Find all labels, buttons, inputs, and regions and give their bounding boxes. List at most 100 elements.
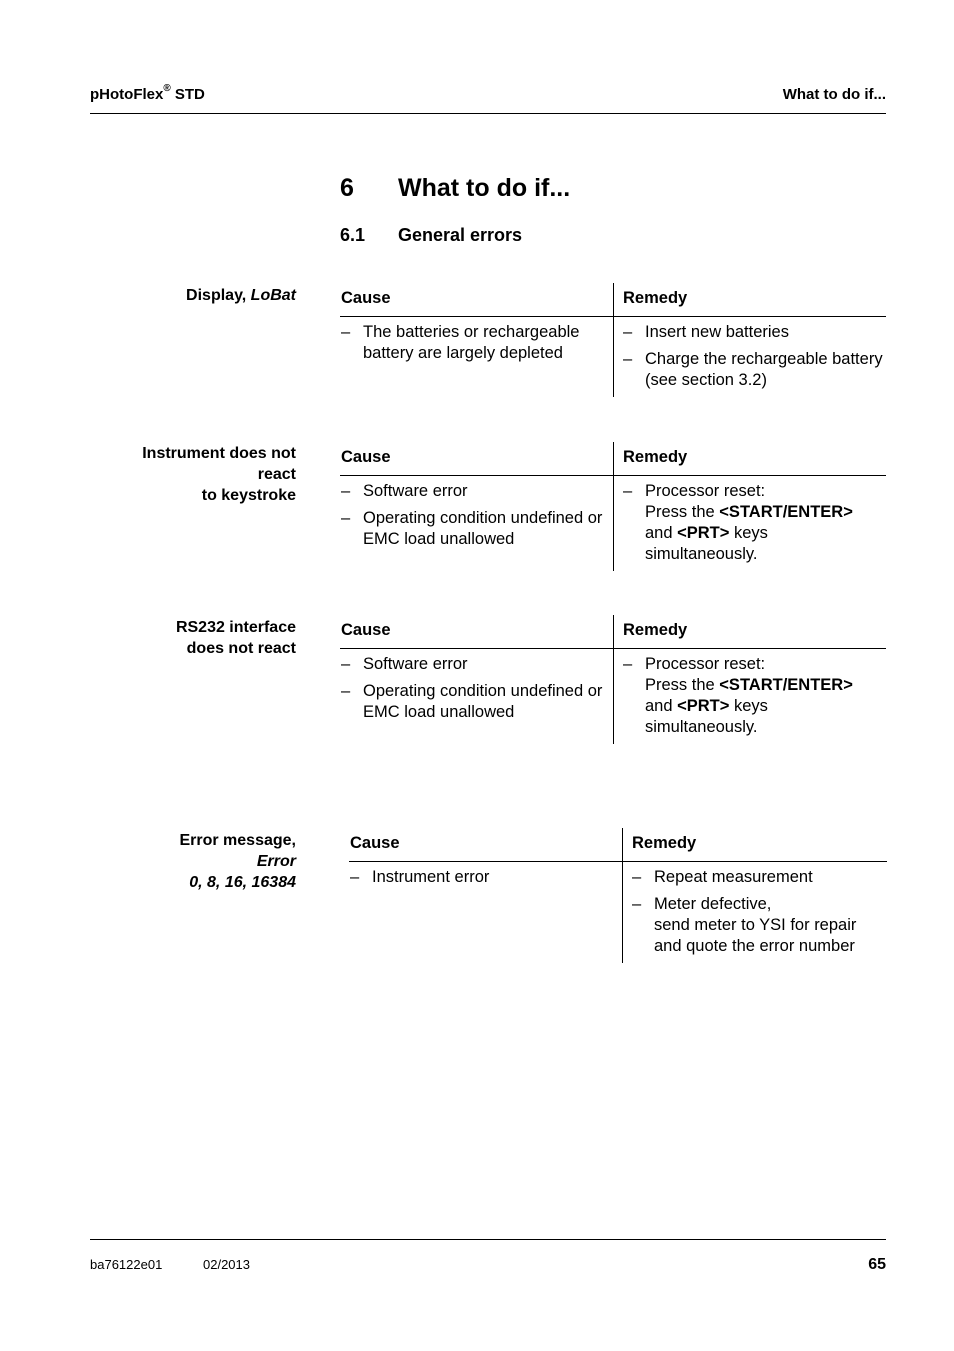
remedy-cell: – Processor reset: Press the <START/ENTER>… — [613, 476, 886, 571]
label-line: RS232 interface — [76, 617, 296, 638]
cause-cell: – Instrument error — [349, 862, 622, 963]
dash-bullet: – — [341, 509, 351, 527]
text-run: and — [645, 697, 678, 715]
table-body-row: – Instrument error – Repeat measurement – Met… — [349, 862, 887, 963]
table-body-row: – Software error – Operating condition unde… — [340, 476, 886, 571]
problem-label: Display, LoBat — [76, 285, 296, 306]
item-text: Insert new batteries — [645, 322, 886, 343]
item-text: Meter defective, send meter to YSI for re… — [654, 894, 887, 957]
label-line: Display, LoBat — [76, 285, 296, 306]
text-run: Repeat measurement — [654, 868, 813, 886]
item-text: Processor reset: Press the <START/ENTER> a… — [645, 654, 886, 738]
dash-bullet: – — [623, 482, 633, 500]
chapter-number: 6 — [340, 174, 354, 202]
text-run: simultaneously. — [645, 545, 758, 563]
problem-label: Error message, Error 0, 8, 16, 16384 — [76, 830, 296, 893]
text-run: <PRT> — [677, 697, 730, 715]
problem-label: Instrument does not react to keystroke — [76, 443, 296, 506]
list-item: – The batteries or rechargeable battery a… — [341, 322, 613, 364]
label-line: Error — [76, 851, 296, 872]
label-line: Error message, — [76, 830, 296, 851]
dash-bullet: – — [623, 655, 633, 673]
list-item: – Processor reset: Press the <START/ENTER>… — [623, 654, 886, 738]
cause-header: Cause — [350, 834, 400, 852]
remedy-header: Remedy — [613, 442, 886, 475]
text-run: Processor reset: — [645, 482, 766, 500]
dash-bullet: – — [341, 323, 351, 341]
text-run: simultaneously. — [645, 718, 758, 736]
problem-label: RS232 interface does not react — [76, 617, 296, 659]
item-text: Charge the rechargeable battery (see sec… — [645, 349, 886, 391]
item-text: Repeat measurement — [654, 867, 887, 888]
dash-bullet: – — [341, 482, 351, 500]
section-title: General errors — [398, 225, 523, 245]
list-item: – Operating condition undefined or EMC lo… — [341, 508, 613, 550]
document-id: ba76122e01 — [90, 1257, 163, 1272]
table-header-row: Cause Remedy — [349, 828, 887, 862]
cause-remedy-table: Cause Remedy – The batteries or rechargeabl… — [340, 283, 886, 397]
label-line: does not react — [76, 638, 296, 659]
cause-remedy-table: Cause Remedy – Software error – Operating con… — [340, 615, 886, 744]
text-run: RS232 interface — [175, 619, 296, 636]
footer-divider — [90, 1239, 886, 1240]
list-item: – Software error — [341, 481, 613, 502]
text-run: Display, — [186, 287, 251, 304]
dash-bullet: – — [341, 655, 351, 673]
dash-bullet: – — [623, 323, 633, 341]
registered-mark: ® — [163, 83, 171, 94]
text-run: keys — [729, 697, 768, 715]
text-run: react — [257, 466, 296, 483]
text-run: keys — [729, 524, 768, 542]
text-run: Instrument does not — [142, 445, 296, 462]
list-item: – Software error — [341, 654, 613, 675]
cause-cell: – Software error – Operating condition unde… — [340, 649, 613, 744]
label-line: 0, 8, 16, 16384 — [76, 872, 296, 893]
item-text: Software error — [363, 482, 468, 500]
text-run: Error — [256, 853, 296, 870]
item-text: Instrument error — [372, 868, 490, 886]
remedy-header: Remedy — [613, 283, 886, 316]
section-heading: 6.1 General errors — [340, 225, 522, 246]
table-header-row: Cause Remedy — [340, 442, 886, 476]
chapter-heading: 6 What to do if... — [340, 174, 570, 203]
header-divider — [90, 113, 886, 114]
table-body-row: – The batteries or rechargeable battery a… — [340, 317, 886, 397]
cause-header: Cause — [341, 448, 391, 466]
table-header-row: Cause Remedy — [340, 283, 886, 317]
list-item: – Repeat measurement — [632, 867, 887, 888]
label-line: react — [76, 464, 296, 485]
dash-bullet: – — [350, 868, 360, 886]
running-header-product: pHotoFlex® STD — [90, 83, 205, 103]
cause-header: Cause — [341, 621, 391, 639]
product-suffix: STD — [174, 86, 205, 103]
list-item: – Charge the rechargeable battery (see se… — [623, 349, 886, 391]
cause-cell: – The batteries or rechargeable battery a… — [340, 317, 613, 397]
text-run: send meter to YSI for repair — [654, 916, 857, 934]
list-item: – Operating condition undefined or EMC lo… — [341, 681, 613, 723]
page-number: 65 — [868, 1256, 886, 1273]
item-text: Software error — [363, 655, 468, 673]
text-run: 0, 8, 16, 16384 — [189, 874, 296, 891]
list-item: – Insert new batteries — [623, 322, 886, 343]
remedy-header: Remedy — [613, 615, 886, 648]
remedy-header: Remedy — [622, 828, 887, 861]
table-header-row: Cause Remedy — [340, 615, 886, 649]
item-text: Operating condition undefined or EMC loa… — [363, 682, 603, 721]
cause-cell: – Software error – Operating condition unde… — [340, 476, 613, 571]
label-line: Instrument does not — [76, 443, 296, 464]
text-run: LoBat — [250, 287, 296, 304]
remedy-cell: – Processor reset: Press the <START/ENTER>… — [613, 649, 886, 744]
remedy-cell: – Repeat measurement – Meter defective, send… — [622, 862, 887, 963]
text-run: to keystroke — [201, 487, 296, 504]
dash-bullet: – — [623, 350, 633, 368]
text-run: Press the — [645, 503, 720, 521]
label-line: to keystroke — [76, 485, 296, 506]
cause-remedy-table: Cause Remedy – Software error – Operating con… — [340, 442, 886, 571]
text-run: Press the — [645, 676, 720, 694]
text-run: <START/ENTER> — [719, 503, 853, 521]
dash-bullet: – — [341, 682, 351, 700]
document-date: 02/2013 — [203, 1257, 250, 1272]
section-number: 6.1 — [340, 225, 366, 245]
text-run: Charge the rechargeable battery (see sec… — [645, 350, 883, 389]
list-item: – Meter defective, send meter to YSI for r… — [632, 894, 887, 957]
